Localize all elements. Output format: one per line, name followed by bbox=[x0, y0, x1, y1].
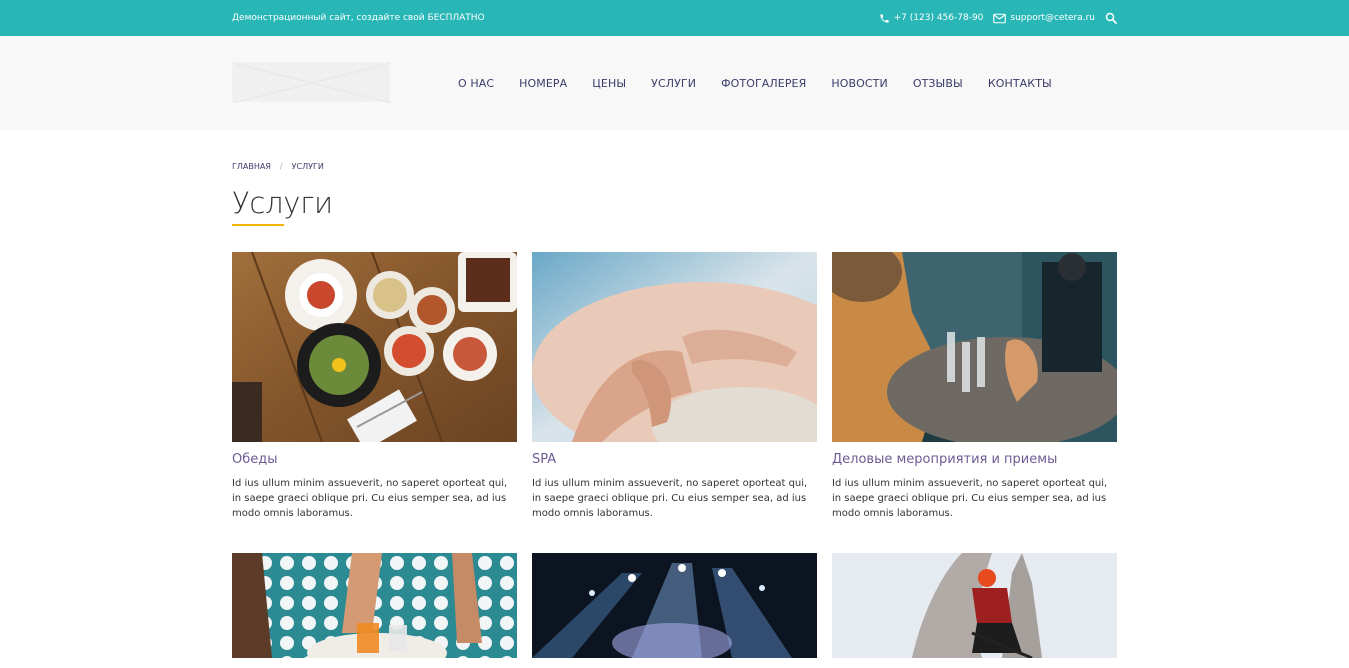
service-card-spa: SPA Id ius ullum minim assueverit, no sa… bbox=[532, 252, 817, 521]
main-nav: О НАС НОМЕРА ЦЕНЫ УСЛУГИ ФОТОГАЛЕРЕЯ НОВ… bbox=[458, 36, 1077, 130]
phone-icon bbox=[880, 13, 889, 23]
service-card-4 bbox=[232, 553, 517, 668]
nav-item-services[interactable]: УСЛУГИ bbox=[651, 77, 696, 90]
service-card-lunch: Обеды Id ius ullum minim assueverit, no … bbox=[232, 252, 517, 521]
phone-link[interactable]: +7 (123) 456-78-90 bbox=[879, 13, 984, 24]
card-title[interactable]: SPA bbox=[532, 452, 817, 467]
title-underline bbox=[232, 224, 284, 226]
breadcrumb-home[interactable]: ГЛАВНАЯ bbox=[232, 162, 271, 171]
nav-item-prices[interactable]: ЦЕНЫ bbox=[592, 77, 626, 90]
card-image-breakfast[interactable] bbox=[232, 553, 517, 658]
phone-number: +7 (123) 456-78-90 bbox=[893, 13, 984, 23]
card-description: Id ius ullum minim assueverit, no sapere… bbox=[532, 478, 808, 519]
nav-item-gallery[interactable]: ФОТОГАЛЕРЕЯ bbox=[721, 77, 806, 90]
breadcrumb-separator: / bbox=[279, 162, 283, 171]
promo-text[interactable]: Демонстрационный сайт, создайте свой БЕС… bbox=[232, 13, 485, 23]
nav-item-contacts[interactable]: КОНТАКТЫ bbox=[988, 77, 1052, 90]
logo-image bbox=[232, 62, 392, 104]
nav-item-news[interactable]: НОВОСТИ bbox=[831, 77, 887, 90]
envelope-icon bbox=[993, 13, 1007, 23]
email-link[interactable]: support@cetera.ru bbox=[993, 13, 1095, 24]
service-card-6 bbox=[832, 553, 1117, 668]
logo-placeholder[interactable] bbox=[232, 62, 392, 104]
site-header: О НАС НОМЕРА ЦЕНЫ УСЛУГИ ФОТОГАЛЕРЕЯ НОВ… bbox=[0, 36, 1349, 130]
nav-item-reviews[interactable]: ОТЗЫВЫ bbox=[913, 77, 963, 90]
service-card-5 bbox=[532, 553, 817, 668]
nav-item-rooms[interactable]: НОМЕРА bbox=[519, 77, 567, 90]
card-image-concert[interactable] bbox=[532, 553, 817, 658]
breadcrumb-current: УСЛУГИ bbox=[291, 162, 324, 171]
card-title[interactable]: Обеды bbox=[232, 452, 517, 467]
nav-item-about[interactable]: О НАС bbox=[458, 77, 494, 90]
top-bar: Демонстрационный сайт, создайте свой БЕС… bbox=[0, 0, 1349, 36]
card-title[interactable]: Деловые мероприятия и приемы bbox=[832, 452, 1117, 467]
card-image-business[interactable] bbox=[832, 252, 1117, 442]
card-description: Id ius ullum minim assueverit, no sapere… bbox=[232, 478, 508, 519]
card-description: Id ius ullum minim assueverit, no sapere… bbox=[832, 478, 1108, 519]
card-image-spa[interactable] bbox=[532, 252, 817, 442]
page-title: Услуги bbox=[232, 186, 333, 220]
card-image-lunch[interactable] bbox=[232, 252, 517, 442]
search-button[interactable] bbox=[1105, 12, 1117, 24]
breadcrumb: ГЛАВНАЯ / УСЛУГИ bbox=[232, 162, 324, 171]
service-card-business: Деловые мероприятия и приемы Id ius ullu… bbox=[832, 252, 1117, 521]
email-address: support@cetera.ru bbox=[1010, 13, 1095, 23]
card-image-cycling[interactable] bbox=[832, 553, 1117, 658]
search-icon bbox=[1105, 12, 1117, 24]
